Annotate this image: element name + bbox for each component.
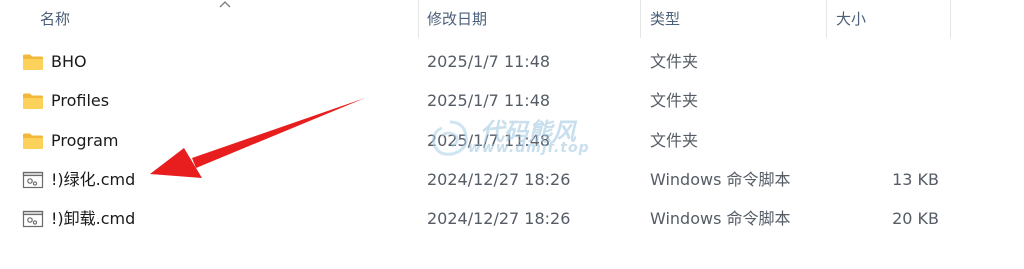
file-modified: 2024/12/27 18:26	[427, 209, 571, 228]
file-row-cmd-green[interactable]: !)绿化.cmd 2024/12/27 18:26 Windows 命令脚本 1…	[0, 163, 1024, 197]
column-header-size[interactable]: 大小	[836, 0, 866, 38]
column-header-name[interactable]: 名称	[40, 0, 70, 38]
file-row-profiles[interactable]: Profiles 2025/1/7 11:48 文件夹	[0, 84, 1024, 118]
file-row-program[interactable]: Program 2025/1/7 11:48 文件夹	[0, 124, 1024, 158]
column-divider[interactable]	[826, 0, 827, 38]
file-size: 13 KB	[892, 170, 939, 189]
folder-icon	[23, 93, 43, 109]
file-name: Profiles	[51, 91, 110, 110]
file-modified: 2025/1/7 11:48	[427, 52, 551, 71]
file-row-cmd-uninstall[interactable]: !)卸载.cmd 2024/12/27 18:26 Windows 命令脚本 2…	[0, 202, 1024, 236]
file-modified: 2024/12/27 18:26	[427, 170, 571, 189]
file-name: !)卸载.cmd	[51, 209, 136, 228]
file-row-bho[interactable]: BHO 2025/1/7 11:48 文件夹	[0, 45, 1024, 79]
column-divider[interactable]	[418, 0, 419, 38]
file-size: 20 KB	[892, 209, 939, 228]
file-modified: 2025/1/7 11:48	[427, 131, 551, 150]
file-name: BHO	[51, 52, 87, 71]
file-name: !)绿化.cmd	[51, 170, 136, 189]
column-divider[interactable]	[950, 0, 951, 38]
folder-icon	[23, 54, 43, 70]
cmd-script-icon	[22, 210, 44, 228]
file-type: Windows 命令脚本	[650, 170, 791, 189]
cmd-script-icon	[22, 171, 44, 189]
column-header-type[interactable]: 类型	[650, 0, 680, 38]
sort-ascending-icon	[219, 1, 231, 8]
file-name: Program	[51, 131, 119, 150]
column-divider[interactable]	[640, 0, 641, 38]
file-type: 文件夹	[650, 52, 699, 71]
file-type: 文件夹	[650, 131, 699, 150]
file-modified: 2025/1/7 11:48	[427, 91, 551, 110]
folder-icon	[23, 133, 43, 149]
column-header-modified[interactable]: 修改日期	[427, 0, 487, 38]
column-header-bar: 名称 修改日期 类型 大小	[0, 0, 1024, 38]
file-type: Windows 命令脚本	[650, 209, 791, 228]
file-type: 文件夹	[650, 91, 699, 110]
